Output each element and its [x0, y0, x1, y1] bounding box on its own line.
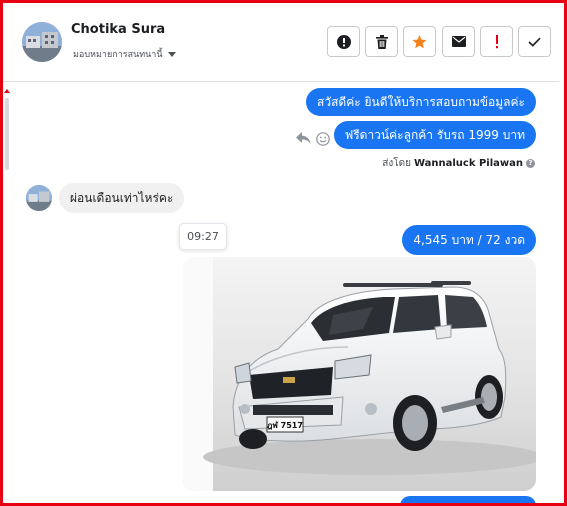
- license-plate: ฎฬ 7517: [267, 420, 303, 430]
- spam-button[interactable]: [327, 26, 360, 57]
- car-photo-attachment[interactable]: ฎฬ 7517: [183, 257, 536, 491]
- assign-label: มอบหมายการสนทนานี้: [73, 50, 163, 60]
- exclamation-circle-icon: [336, 34, 351, 49]
- incoming-message[interactable]: ผ่อนเดือนเท่าไหร่คะ: [59, 183, 185, 213]
- contact-avatar-small[interactable]: [26, 185, 52, 211]
- check-icon: [528, 37, 541, 47]
- caret-down-icon: [167, 52, 176, 57]
- contact-name[interactable]: Chotika Sura: [71, 22, 165, 37]
- contact-avatar[interactable]: [22, 22, 62, 62]
- timestamp-tooltip: 09:27: [179, 223, 227, 250]
- done-button[interactable]: [518, 26, 551, 57]
- reply-icon[interactable]: [296, 132, 311, 144]
- envelope-icon: [451, 36, 466, 47]
- trash-icon: [375, 34, 388, 49]
- sent-by-label: ส่งโดย Wannaluck Pilawan ?: [382, 156, 535, 171]
- star-button[interactable]: [403, 26, 436, 57]
- scroll-up-arrow-icon[interactable]: [4, 89, 10, 93]
- emoji-icon[interactable]: [316, 132, 330, 146]
- mark-unread-button[interactable]: [442, 26, 475, 57]
- follow-up-button[interactable]: [480, 26, 513, 57]
- conversation-header: Chotika Sura มอบหมายการสนทนานี้: [3, 3, 559, 82]
- sent-by-name: Wannaluck Pilawan: [413, 158, 523, 169]
- outgoing-message[interactable]: ฟรีดาวน์ค่ะลูกค้า รับรถ 1999 บาท: [333, 121, 536, 149]
- delete-button[interactable]: [365, 26, 398, 57]
- outgoing-message[interactable]: สวัสดีค่ะ ยินดีให้บริการสอบถามข้อมูลค่ะ: [306, 88, 536, 116]
- assign-conversation-dropdown[interactable]: มอบหมายการสนทนานี้: [73, 47, 176, 61]
- outgoing-message[interactable]: 4,545 บาท / 72 งวด: [402, 225, 536, 255]
- info-icon[interactable]: ?: [526, 159, 535, 168]
- sent-by-prefix: ส่งโดย: [382, 158, 411, 169]
- exclamation-icon: [495, 34, 498, 48]
- star-icon: [412, 34, 427, 48]
- scrollbar-thumb[interactable]: [5, 98, 9, 170]
